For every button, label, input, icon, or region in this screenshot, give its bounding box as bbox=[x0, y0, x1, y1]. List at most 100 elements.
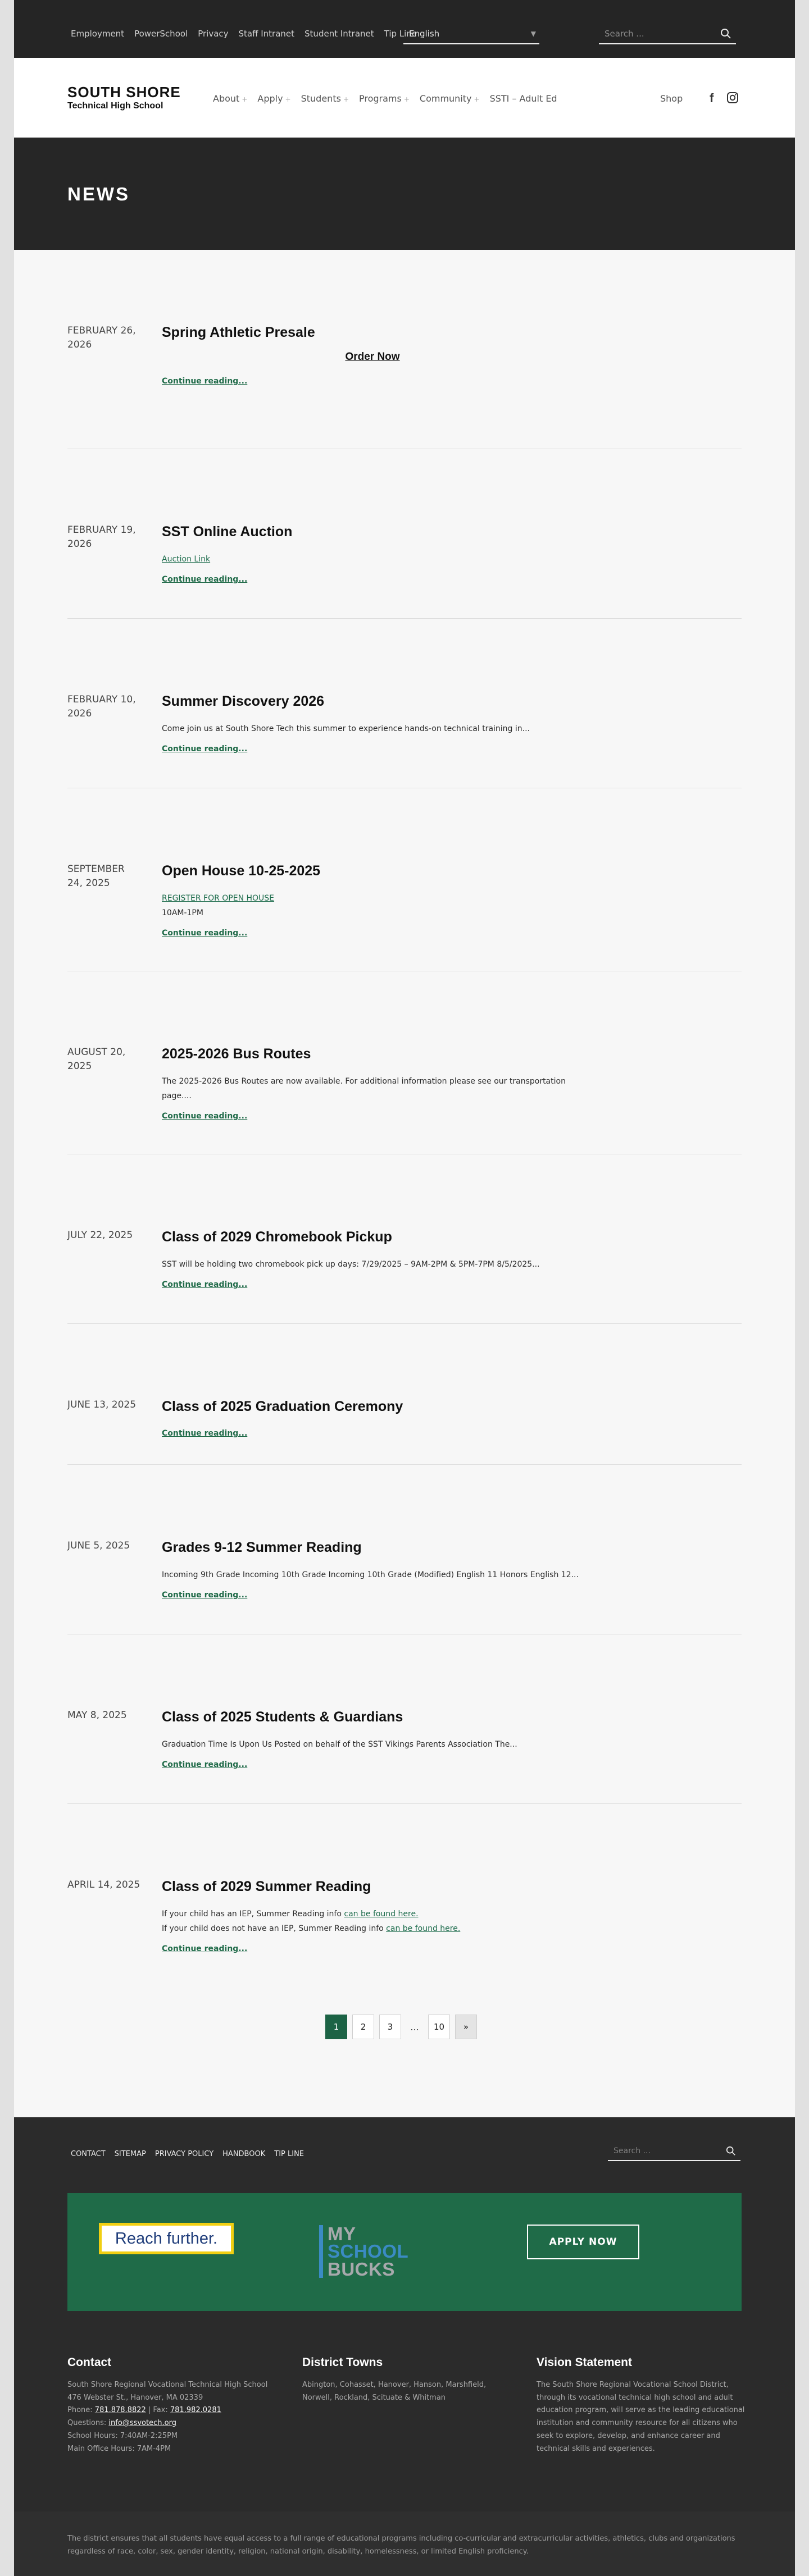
continue-reading-link[interactable]: Continue reading... bbox=[162, 745, 247, 753]
post-body: 2025-2026 Bus Routes The 2025-2026 Bus R… bbox=[162, 1045, 583, 1121]
fax-label: | Fax: bbox=[146, 2406, 170, 2415]
post-date: June 5, 2025 bbox=[67, 1540, 130, 1551]
continue-reading-link[interactable]: Continue reading... bbox=[162, 377, 247, 386]
continue-reading-link[interactable]: Continue reading... bbox=[162, 575, 247, 584]
footer-link-sitemap[interactable]: Sitemap bbox=[115, 2150, 146, 2158]
post-title[interactable]: Spring Athletic Presale bbox=[162, 324, 583, 341]
post-excerpt: Come join us at South Shore Tech this su… bbox=[162, 724, 530, 733]
nav-item-students[interactable]: Students + bbox=[301, 93, 349, 104]
summer-reading-no-iep-link[interactable]: can be found here. bbox=[386, 1924, 460, 1933]
footer-links: Contact Sitemap Privacy Policy Handbook … bbox=[71, 2150, 304, 2158]
utility-links: Employment PowerSchool Privacy Staff Int… bbox=[71, 29, 417, 39]
post-title[interactable]: 2025-2026 Bus Routes bbox=[162, 1045, 583, 1062]
nav-label: About bbox=[213, 93, 240, 104]
footer-link-contact[interactable]: Contact bbox=[71, 2150, 106, 2158]
footer-link-privacy-policy[interactable]: Privacy Policy bbox=[155, 2150, 213, 2158]
footer-link-handbook[interactable]: Handbook bbox=[222, 2150, 265, 2158]
auction-link[interactable]: Auction Link bbox=[162, 555, 210, 564]
disclaimer-text: The district ensures that all students h… bbox=[67, 2534, 735, 2556]
plus-icon: + bbox=[474, 95, 480, 103]
language-select[interactable]: English ▼ bbox=[403, 25, 539, 44]
page-3-button[interactable]: 3 bbox=[379, 2015, 401, 2039]
footer-search-input[interactable]: Search ... bbox=[608, 2143, 740, 2161]
my-school-bucks-logo[interactable]: MY SCHOOL BUCKS bbox=[319, 2225, 408, 2278]
utility-link-employment[interactable]: Employment bbox=[71, 29, 124, 39]
logo-bar bbox=[319, 2225, 323, 2278]
summer-reading-iep-link[interactable]: can be found here. bbox=[344, 1910, 418, 1919]
news-list: February 26, 2026 Spring Athletic Presal… bbox=[67, 250, 742, 1984]
post-body: Grades 9-12 Summer Reading Incoming 9th … bbox=[162, 1539, 583, 1600]
post-title[interactable]: Open House 10-25-2025 bbox=[162, 862, 583, 879]
apply-now-button[interactable]: APPLY NOW bbox=[527, 2225, 639, 2259]
continue-reading-link[interactable]: Continue reading... bbox=[162, 1944, 247, 1953]
post-title[interactable]: SST Online Auction bbox=[162, 523, 583, 540]
vision-text: The South Shore Regional Vocational Scho… bbox=[537, 2380, 745, 2453]
search-placeholder: Search ... bbox=[613, 2146, 651, 2155]
post-body: Class of 2025 Graduation Ceremony Contin… bbox=[162, 1398, 583, 1438]
email-link[interactable]: info@ssvotech.org bbox=[108, 2419, 176, 2427]
continue-reading-link[interactable]: Continue reading... bbox=[162, 1429, 247, 1438]
footer-vision-heading: Vision Statement bbox=[537, 2356, 632, 2369]
post-excerpt: Graduation Time Is Upon Us Posted on beh… bbox=[162, 1740, 517, 1749]
fax-link[interactable]: 781.982.0281 bbox=[170, 2406, 221, 2414]
utility-link-staff-intranet[interactable]: Staff Intranet bbox=[239, 29, 295, 39]
post-title[interactable]: Class of 2025 Students & Guardians bbox=[162, 1709, 583, 1725]
facebook-icon[interactable]: f bbox=[710, 91, 713, 106]
next-page-button[interactable]: » bbox=[455, 2015, 477, 2039]
footer-link-tip-line[interactable]: Tip Line bbox=[274, 2150, 304, 2158]
page-1-button[interactable]: 1 bbox=[325, 2015, 347, 2039]
news-item: February 19, 2026 SST Online Auction Auc… bbox=[67, 449, 742, 619]
utility-link-student-intranet[interactable]: Student Intranet bbox=[304, 29, 374, 39]
nav-item-programs[interactable]: Programs + bbox=[359, 93, 410, 104]
post-line: If your child does not have an IEP, Summ… bbox=[162, 1922, 583, 1936]
logo-word: MY bbox=[328, 2223, 356, 2244]
order-now-link[interactable]: Order Now bbox=[162, 351, 583, 363]
nav-item-community[interactable]: Community + bbox=[420, 93, 480, 104]
nav-item-about[interactable]: About + bbox=[213, 93, 247, 104]
continue-reading-link[interactable]: Continue reading... bbox=[162, 1112, 247, 1121]
post-title[interactable]: Class of 2029 Chromebook Pickup bbox=[162, 1228, 583, 1245]
nav-item-apply[interactable]: Apply + bbox=[257, 93, 290, 104]
post-title[interactable]: Grades 9-12 Summer Reading bbox=[162, 1539, 583, 1556]
address-line: 476 Webster St., Hanover, MA 02339 bbox=[67, 2393, 203, 2402]
search-icon[interactable] bbox=[726, 2146, 736, 2158]
nav-item-ssti-adult-ed[interactable]: SSTI – Adult Ed bbox=[490, 93, 557, 104]
post-title[interactable]: Class of 2025 Graduation Ceremony bbox=[162, 1398, 583, 1415]
site-logo[interactable]: SOUTH SHORE Technical High School bbox=[67, 84, 181, 111]
pagination-ellipsis: ... bbox=[410, 2021, 419, 2033]
search-icon[interactable] bbox=[720, 28, 731, 42]
register-open-house-link[interactable]: Register for Open House bbox=[162, 892, 583, 906]
utility-link-privacy[interactable]: Privacy bbox=[198, 29, 228, 39]
logo-line-1: SOUTH SHORE bbox=[67, 84, 181, 101]
phone-link[interactable]: 781.878.8822 bbox=[95, 2406, 146, 2414]
page-10-button[interactable]: 10 bbox=[428, 2015, 450, 2039]
nav-label: SSTI – Adult Ed bbox=[489, 93, 557, 104]
page: Employment PowerSchool Privacy Staff Int… bbox=[14, 0, 795, 2576]
news-item: September 24, 2025 Open House 10-25-2025… bbox=[67, 788, 742, 971]
utility-link-powerschool[interactable]: PowerSchool bbox=[134, 29, 188, 39]
continue-reading-link[interactable]: Continue reading... bbox=[162, 1760, 247, 1769]
email-line: Questions: info@ssvotech.org bbox=[67, 2417, 270, 2430]
continue-reading-link[interactable]: Continue reading... bbox=[162, 1591, 247, 1600]
page-2-button[interactable]: 2 bbox=[352, 2015, 374, 2039]
pagination: 1 2 3 ... 10 » bbox=[325, 2015, 477, 2039]
promo-band: Reach further. MY SCHOOL BUCKS APPLY NOW bbox=[67, 2193, 742, 2311]
instagram-icon[interactable] bbox=[726, 92, 739, 106]
utility-search-input[interactable]: Search ... bbox=[599, 25, 736, 44]
post-title[interactable]: Class of 2029 Summer Reading bbox=[162, 1878, 583, 1895]
footer-disclaimer: The district ensures that all students h… bbox=[14, 2511, 795, 2576]
phone-label: Phone: bbox=[67, 2406, 95, 2415]
nav-label: Students bbox=[301, 93, 341, 104]
plus-icon: + bbox=[285, 95, 291, 103]
plus-icon: + bbox=[343, 95, 349, 103]
site-footer: Contact Sitemap Privacy Policy Handbook … bbox=[14, 2117, 795, 2576]
continue-reading-link[interactable]: Continue reading... bbox=[162, 1280, 247, 1289]
nav-item-shop[interactable]: Shop bbox=[660, 93, 683, 104]
continue-reading-link[interactable]: Continue reading... bbox=[162, 929, 247, 938]
page-banner: NEWS bbox=[14, 138, 795, 250]
phone-line: Phone: 781.878.8822 | Fax: 781.982.0281 bbox=[67, 2404, 270, 2417]
post-excerpt: SST will be holding two chromebook pick … bbox=[162, 1260, 540, 1269]
post-title[interactable]: Summer Discovery 2026 bbox=[162, 693, 583, 710]
news-item: June 5, 2025 Grades 9-12 Summer Reading … bbox=[67, 1465, 742, 1634]
reach-further-logo[interactable]: Reach further. bbox=[99, 2223, 234, 2254]
